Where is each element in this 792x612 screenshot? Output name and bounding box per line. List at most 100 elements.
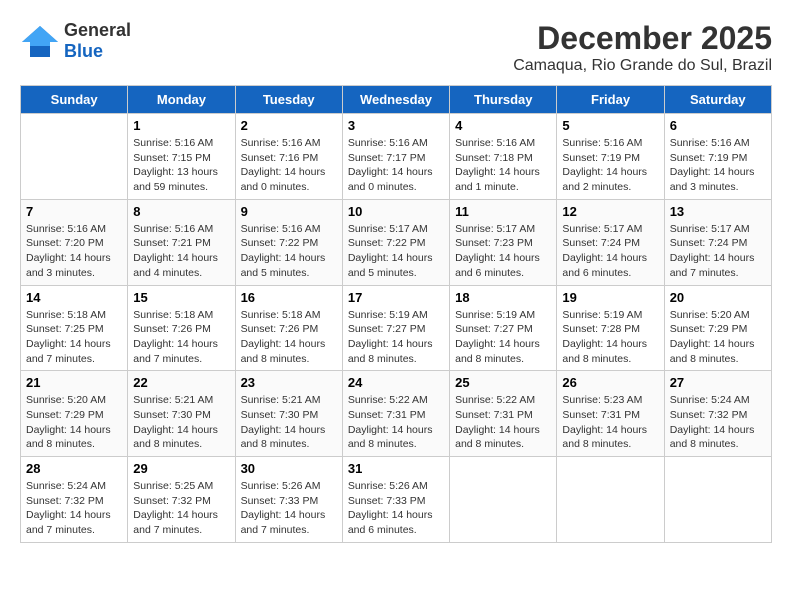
day-number: 14 — [26, 290, 122, 305]
day-info: Sunrise: 5:20 AMSunset: 7:29 PMDaylight:… — [26, 393, 122, 452]
day-info: Sunrise: 5:17 AMSunset: 7:24 PMDaylight:… — [562, 222, 658, 281]
day-number: 31 — [348, 461, 444, 476]
day-info: Sunrise: 5:16 AMSunset: 7:21 PMDaylight:… — [133, 222, 229, 281]
calendar-cell — [664, 457, 771, 543]
day-info: Sunrise: 5:19 AMSunset: 7:28 PMDaylight:… — [562, 308, 658, 367]
day-info: Sunrise: 5:17 AMSunset: 7:23 PMDaylight:… — [455, 222, 551, 281]
day-info: Sunrise: 5:18 AMSunset: 7:26 PMDaylight:… — [133, 308, 229, 367]
day-number: 20 — [670, 290, 766, 305]
calendar-week-1: 1 Sunrise: 5:16 AMSunset: 7:15 PMDaylight… — [21, 114, 772, 200]
calendar-cell: 4 Sunrise: 5:16 AMSunset: 7:18 PMDaylight… — [450, 114, 557, 200]
day-header-tuesday: Tuesday — [235, 86, 342, 114]
calendar-cell: 5 Sunrise: 5:16 AMSunset: 7:19 PMDaylight… — [557, 114, 664, 200]
day-number: 21 — [26, 375, 122, 390]
calendar-cell: 22Sunrise: 5:21 AMSunset: 7:30 PMDayligh… — [128, 371, 235, 457]
day-number: 3 — [348, 118, 444, 133]
day-info: Sunrise: 5:22 AMSunset: 7:31 PMDaylight:… — [348, 393, 444, 452]
day-number: 15 — [133, 290, 229, 305]
day-number: 4 — [455, 118, 551, 133]
calendar-cell: 16 Sunrise: 5:18 AMSunset: 7:26 PMDayligh… — [235, 285, 342, 371]
title-block: December 2025 Camaqua, Rio Grande do Sul… — [513, 20, 772, 75]
calendar-week-4: 21 Sunrise: 5:20 AMSunset: 7:29 PMDayligh… — [21, 371, 772, 457]
calendar-week-3: 14 Sunrise: 5:18 AMSunset: 7:25 PMDayligh… — [21, 285, 772, 371]
day-number: 10 — [348, 204, 444, 219]
day-info: Sunrise: 5:16 AMSunset: 7:20 PMDaylight:… — [26, 222, 122, 281]
day-number: 6 — [670, 118, 766, 133]
day-number: 29 — [133, 461, 229, 476]
calendar-cell: 7 Sunrise: 5:16 AMSunset: 7:20 PMDaylight… — [21, 199, 128, 285]
calendar-table: SundayMondayTuesdayWednesdayThursdayFrid… — [20, 85, 772, 543]
day-number: 25 — [455, 375, 551, 390]
day-info: Sunrise: 5:22 AMSunset: 7:31 PMDaylight:… — [455, 393, 551, 452]
day-number: 13 — [670, 204, 766, 219]
calendar-cell: 6 Sunrise: 5:16 AMSunset: 7:19 PMDaylight… — [664, 114, 771, 200]
day-header-friday: Friday — [557, 86, 664, 114]
day-info: Sunrise: 5:16 AMSunset: 7:18 PMDaylight:… — [455, 136, 551, 195]
calendar-cell: 13 Sunrise: 5:17 AMSunset: 7:24 PMDayligh… — [664, 199, 771, 285]
day-info: Sunrise: 5:21 AMSunset: 7:30 PMDaylight:… — [133, 393, 229, 452]
day-number: 9 — [241, 204, 337, 219]
day-info: Sunrise: 5:16 AMSunset: 7:19 PMDaylight:… — [562, 136, 658, 195]
calendar-cell: 28 Sunrise: 5:24 AMSunset: 7:32 PMDayligh… — [21, 457, 128, 543]
calendar-cell: 31 Sunrise: 5:26 AMSunset: 7:33 PMDayligh… — [342, 457, 449, 543]
calendar-cell: 3 Sunrise: 5:16 AMSunset: 7:17 PMDaylight… — [342, 114, 449, 200]
day-number: 11 — [455, 204, 551, 219]
day-header-thursday: Thursday — [450, 86, 557, 114]
day-info: Sunrise: 5:26 AMSunset: 7:33 PMDaylight:… — [348, 479, 444, 538]
calendar-cell: 15 Sunrise: 5:18 AMSunset: 7:26 PMDayligh… — [128, 285, 235, 371]
day-info: Sunrise: 5:16 AMSunset: 7:22 PMDaylight:… — [241, 222, 337, 281]
day-number: 7 — [26, 204, 122, 219]
day-info: Sunrise: 5:16 AMSunset: 7:17 PMDaylight:… — [348, 136, 444, 195]
day-number: 17 — [348, 290, 444, 305]
day-info: Sunrise: 5:16 AMSunset: 7:16 PMDaylight:… — [241, 136, 337, 195]
calendar-cell: 30Sunrise: 5:26 AMSunset: 7:33 PMDayligh… — [235, 457, 342, 543]
day-info: Sunrise: 5:24 AMSunset: 7:32 PMDaylight:… — [26, 479, 122, 538]
month-title: December 2025 — [513, 20, 772, 57]
day-number: 5 — [562, 118, 658, 133]
logo-text: General Blue — [64, 20, 131, 62]
day-info: Sunrise: 5:18 AMSunset: 7:26 PMDaylight:… — [241, 308, 337, 367]
calendar-cell: 25 Sunrise: 5:22 AMSunset: 7:31 PMDayligh… — [450, 371, 557, 457]
day-number: 16 — [241, 290, 337, 305]
page-header: General Blue December 2025 Camaqua, Rio … — [20, 20, 772, 75]
day-info: Sunrise: 5:17 AMSunset: 7:22 PMDaylight:… — [348, 222, 444, 281]
day-info: Sunrise: 5:16 AMSunset: 7:19 PMDaylight:… — [670, 136, 766, 195]
calendar-cell: 12Sunrise: 5:17 AMSunset: 7:24 PMDayligh… — [557, 199, 664, 285]
day-number: 28 — [26, 461, 122, 476]
calendar-cell: 18 Sunrise: 5:19 AMSunset: 7:27 PMDayligh… — [450, 285, 557, 371]
calendar-cell: 1 Sunrise: 5:16 AMSunset: 7:15 PMDaylight… — [128, 114, 235, 200]
day-info: Sunrise: 5:19 AMSunset: 7:27 PMDaylight:… — [455, 308, 551, 367]
calendar-cell: 2 Sunrise: 5:16 AMSunset: 7:16 PMDaylight… — [235, 114, 342, 200]
day-number: 26 — [562, 375, 658, 390]
calendar-cell: 11 Sunrise: 5:17 AMSunset: 7:23 PMDayligh… — [450, 199, 557, 285]
day-info: Sunrise: 5:23 AMSunset: 7:31 PMDaylight:… — [562, 393, 658, 452]
day-number: 18 — [455, 290, 551, 305]
logo-icon — [20, 24, 60, 59]
calendar-cell: 8 Sunrise: 5:16 AMSunset: 7:21 PMDaylight… — [128, 199, 235, 285]
calendar-header-row: SundayMondayTuesdayWednesdayThursdayFrid… — [21, 86, 772, 114]
day-info: Sunrise: 5:21 AMSunset: 7:30 PMDaylight:… — [241, 393, 337, 452]
day-header-monday: Monday — [128, 86, 235, 114]
day-header-sunday: Sunday — [21, 86, 128, 114]
calendar-cell: 9 Sunrise: 5:16 AMSunset: 7:22 PMDaylight… — [235, 199, 342, 285]
calendar-cell: 20 Sunrise: 5:20 AMSunset: 7:29 PMDayligh… — [664, 285, 771, 371]
day-number: 1 — [133, 118, 229, 133]
calendar-cell: 29 Sunrise: 5:25 AMSunset: 7:32 PMDayligh… — [128, 457, 235, 543]
day-number: 2 — [241, 118, 337, 133]
day-info: Sunrise: 5:17 AMSunset: 7:24 PMDaylight:… — [670, 222, 766, 281]
day-info: Sunrise: 5:18 AMSunset: 7:25 PMDaylight:… — [26, 308, 122, 367]
day-info: Sunrise: 5:20 AMSunset: 7:29 PMDaylight:… — [670, 308, 766, 367]
calendar-cell: 10 Sunrise: 5:17 AMSunset: 7:22 PMDayligh… — [342, 199, 449, 285]
day-number: 8 — [133, 204, 229, 219]
calendar-cell: 17 Sunrise: 5:19 AMSunset: 7:27 PMDayligh… — [342, 285, 449, 371]
calendar-cell: 14 Sunrise: 5:18 AMSunset: 7:25 PMDayligh… — [21, 285, 128, 371]
calendar-week-2: 7 Sunrise: 5:16 AMSunset: 7:20 PMDaylight… — [21, 199, 772, 285]
day-header-saturday: Saturday — [664, 86, 771, 114]
calendar-cell: 23Sunrise: 5:21 AMSunset: 7:30 PMDayligh… — [235, 371, 342, 457]
calendar-cell: 19Sunrise: 5:19 AMSunset: 7:28 PMDayligh… — [557, 285, 664, 371]
day-info: Sunrise: 5:16 AMSunset: 7:15 PMDaylight:… — [133, 136, 229, 195]
day-info: Sunrise: 5:19 AMSunset: 7:27 PMDaylight:… — [348, 308, 444, 367]
calendar-cell — [450, 457, 557, 543]
day-info: Sunrise: 5:25 AMSunset: 7:32 PMDaylight:… — [133, 479, 229, 538]
day-info: Sunrise: 5:26 AMSunset: 7:33 PMDaylight:… — [241, 479, 337, 538]
